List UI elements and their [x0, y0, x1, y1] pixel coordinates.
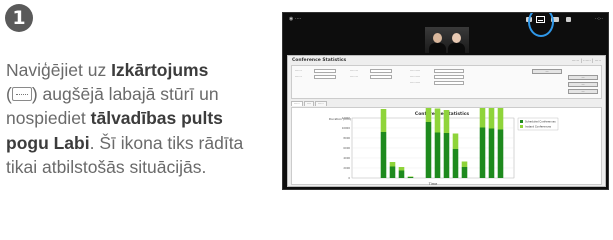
bar-scheduled	[452, 149, 459, 178]
field-label: ·········	[410, 81, 421, 85]
bar-scheduled	[407, 177, 414, 178]
graph-type-select[interactable]	[434, 75, 464, 79]
y-tick-label: 12000	[342, 116, 351, 120]
granularity-select[interactable]	[434, 81, 464, 85]
bar-scheduled	[389, 166, 396, 178]
bar-instant	[398, 167, 405, 171]
export-button[interactable]: ···	[568, 82, 598, 87]
field-label: ·······	[350, 69, 358, 73]
screenshot-thumbnail: ◉ ···· ··:·· Conference Statistics ·····…	[282, 12, 609, 190]
app-menu: ······ | ······ | ·····	[571, 58, 601, 63]
bar-instant	[452, 133, 459, 149]
bar-instant	[407, 176, 414, 177]
settings-icon[interactable]	[566, 17, 571, 22]
layout-term: Izkārtojums	[111, 60, 209, 80]
bar-scheduled	[479, 127, 486, 178]
start-date-field[interactable]	[314, 69, 336, 73]
bar-scheduled	[380, 132, 387, 178]
legend-label: Scheduled Conferences	[525, 120, 556, 124]
toolbar-left-label: ◉ ····	[289, 16, 302, 22]
chart-title: Conference Statistics	[415, 111, 470, 117]
bar-instant	[434, 108, 441, 133]
video-selfview	[425, 27, 469, 53]
legend-label: Instant Conferences	[525, 125, 552, 129]
bar-instant	[389, 162, 396, 167]
toolbar-clock: ··:··	[594, 16, 603, 22]
filter-button[interactable]: ···	[532, 69, 562, 74]
bar-scheduled	[497, 129, 504, 178]
print-button[interactable]: ···	[568, 89, 598, 94]
y-tick-label: 8000	[343, 136, 350, 140]
tab[interactable]: ·····	[315, 101, 327, 106]
y-tick-label: 4000	[343, 156, 350, 160]
bar-instant	[425, 108, 432, 122]
bar-instant	[461, 161, 468, 167]
statistics-chart: Conference StatisticsTimeDuration (min)0…	[329, 108, 559, 186]
tab[interactable]: ·····	[291, 101, 303, 106]
bar-instant	[380, 109, 387, 132]
instruction-text: Naviģējiet uz Izkārtojums () augšējā lab…	[6, 60, 244, 177]
legend-swatch	[520, 125, 523, 128]
chart-xlabel: Time	[428, 182, 438, 186]
step-number-badge: 1	[5, 4, 33, 32]
bar-scheduled	[434, 132, 441, 178]
field-label: ·········	[410, 75, 421, 79]
highlight-circle	[528, 13, 554, 37]
field-label: ······	[295, 75, 302, 79]
legend-swatch	[520, 120, 523, 123]
layout-icon	[11, 87, 32, 102]
y-tick-label: 10000	[342, 126, 351, 130]
bar-scheduled	[425, 122, 432, 178]
bar-scheduled	[461, 167, 468, 178]
tab[interactable]: ····	[303, 101, 315, 106]
end-date-field[interactable]	[314, 75, 336, 79]
bar-scheduled	[443, 133, 450, 178]
bar-instant	[479, 108, 486, 128]
chart-area: Conference Statistics Time Duration (min) 0…	[291, 107, 602, 186]
participant-image	[429, 33, 446, 53]
filter-panel: ······ ······ ······· ······· ········· …	[291, 65, 602, 99]
view-tabs: ····· ···· ·····	[291, 101, 328, 106]
app-window-title: Conference Statistics	[292, 58, 347, 63]
start-time-field[interactable]	[370, 69, 392, 73]
generate-button[interactable]: ···	[568, 75, 598, 80]
bar-scheduled	[398, 170, 405, 178]
participant-image	[448, 33, 465, 53]
field-label: ·······	[350, 75, 358, 79]
bar-instant	[497, 108, 504, 130]
bar-scheduled	[488, 128, 495, 178]
field-label: ·········	[410, 69, 421, 73]
end-time-field[interactable]	[370, 75, 392, 79]
field-label: ······	[295, 69, 302, 73]
y-tick-label: 0	[348, 176, 350, 180]
conference-type-select[interactable]	[434, 69, 464, 73]
y-tick-label: 2000	[343, 166, 350, 170]
instruction-part-1: Naviģējiet uz	[6, 60, 112, 80]
shared-app-window: Conference Statistics ······ | ······ | …	[287, 55, 606, 187]
bar-instant	[488, 108, 495, 129]
y-tick-label: 6000	[343, 146, 350, 150]
bar-instant	[443, 110, 450, 133]
